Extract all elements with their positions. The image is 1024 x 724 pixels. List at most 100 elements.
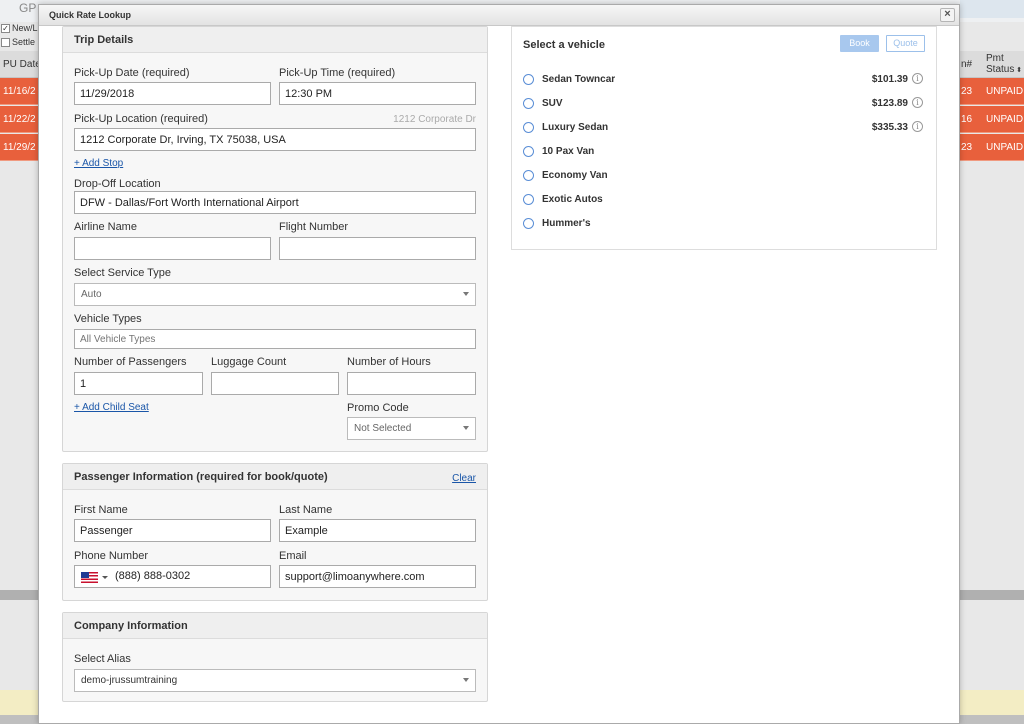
add-stop-link[interactable]: + Add Stop (74, 158, 123, 169)
chevron-down-icon (463, 678, 469, 682)
vehicle-name: Sedan Towncar (542, 74, 616, 85)
row-number: 16 (961, 114, 973, 125)
airline-name-input[interactable] (74, 237, 271, 260)
radio-button[interactable] (523, 170, 534, 181)
info-icon[interactable]: i (912, 97, 923, 108)
pickup-date-label: Pick-Up Date (required) (74, 67, 190, 79)
select-alias-dropdown[interactable]: demo-jrussumtraining (74, 669, 476, 692)
number-of-hours-input[interactable] (347, 372, 476, 395)
vehicle-option-10-pax-van[interactable]: 10 Pax Van (512, 142, 938, 164)
vehicle-option-economy-van[interactable]: Economy Van (512, 166, 938, 188)
phone-number-field: (888) 888-0302 (74, 565, 271, 588)
dropoff-location-label: Drop-Off Location (74, 178, 161, 190)
dialog-titlebar[interactable]: Quick Rate Lookup × (39, 5, 959, 26)
passengers-label: Number of Passengers (74, 356, 187, 368)
select-alias-value: demo-jrussumtraining (81, 675, 178, 686)
flight-number-label: Flight Number (279, 221, 349, 233)
luggage-count-label: Luggage Count (211, 356, 287, 368)
trip-details-header: Trip Details (63, 27, 487, 53)
quote-button[interactable]: Quote (886, 35, 925, 52)
promo-code-select[interactable]: Not Selected (347, 417, 476, 440)
row-status: UNPAID (986, 114, 1024, 125)
chevron-down-icon[interactable] (102, 576, 108, 579)
passengers-input[interactable] (74, 372, 203, 395)
luggage-count-input[interactable] (211, 372, 339, 395)
background-app-label: GP (19, 1, 37, 15)
flight-number-input[interactable] (279, 237, 476, 260)
close-button[interactable]: × (940, 8, 955, 22)
dialog-title: Quick Rate Lookup (49, 10, 132, 20)
email-label: Email (279, 550, 307, 562)
row-status: UNPAID (986, 86, 1024, 97)
passenger-info-header: Passenger Information (required for book… (63, 464, 487, 490)
radio-button[interactable] (523, 74, 534, 85)
checkbox-checked-icon: ✓ (1, 23, 10, 33)
email-input[interactable] (279, 565, 476, 588)
row-number: 23 (961, 86, 973, 97)
background-checkbox-new[interactable]: ✓ New/L (1, 23, 38, 33)
vehicle-option-luxury-sedan[interactable]: Luxury Sedan $335.33 i (512, 118, 938, 140)
row-number: 23 (961, 142, 973, 153)
radio-button[interactable] (523, 146, 534, 157)
pickup-time-input[interactable] (279, 82, 476, 105)
first-name-label: First Name (74, 504, 128, 516)
quick-rate-lookup-dialog: Quick Rate Lookup × Trip Details Pick-Up… (38, 4, 960, 724)
radio-button[interactable] (523, 98, 534, 109)
airline-name-label: Airline Name (74, 221, 137, 233)
last-name-label: Last Name (279, 504, 333, 516)
pickup-location-hint: 1212 Corporate Dr (393, 114, 476, 125)
first-name-input[interactable] (74, 519, 271, 542)
pickup-location-input[interactable] (74, 128, 476, 151)
vehicle-option-hummers[interactable]: Hummer's (512, 214, 938, 236)
radio-button[interactable] (523, 122, 534, 133)
service-type-value: Auto (81, 289, 102, 300)
book-button[interactable]: Book (840, 35, 879, 52)
column-header-pu-date[interactable]: PU Date (3, 59, 41, 70)
row-date: 11/22/2 (3, 114, 36, 125)
last-name-input[interactable] (279, 519, 476, 542)
vehicle-option-exotic-autos[interactable]: Exotic Autos (512, 190, 938, 212)
close-icon: × (944, 8, 951, 20)
add-child-seat-link[interactable]: + Add Child Seat (74, 402, 149, 413)
service-type-select[interactable]: Auto (74, 283, 476, 306)
background-header-right (960, 0, 1024, 18)
background-checkbox-settled[interactable]: Settle (1, 37, 35, 47)
row-date: 11/29/2 (3, 142, 36, 153)
service-type-label: Select Service Type (74, 267, 172, 279)
vehicle-name: Exotic Autos (542, 194, 603, 205)
us-flag-icon[interactable] (81, 572, 98, 583)
number-of-hours-label: Number of Hours (347, 356, 431, 368)
info-icon[interactable]: i (912, 73, 923, 84)
passenger-info-panel: Passenger Information (required for book… (62, 463, 488, 601)
background-checkbox-label: New/L (12, 23, 38, 33)
vehicle-option-sedan-towncar[interactable]: Sedan Towncar $101.39 i (512, 70, 938, 92)
sort-icon: ⬍ (1014, 67, 1023, 74)
checkbox-unchecked-icon (1, 37, 10, 47)
radio-button[interactable] (523, 218, 534, 229)
row-status: UNPAID (986, 142, 1024, 153)
vehicle-types-label: Vehicle Types (74, 313, 142, 325)
info-icon[interactable]: i (912, 121, 923, 132)
row-date: 11/16/2 (3, 86, 36, 97)
column-header-res-number[interactable]: n# (961, 59, 972, 70)
company-info-panel: Company Information Select Alias demo-jr… (62, 612, 488, 702)
vehicle-select-title: Select a vehicle (523, 39, 605, 51)
radio-button[interactable] (523, 194, 534, 205)
phone-number-label: Phone Number (74, 550, 148, 562)
vehicle-price: $335.33 (871, 122, 908, 133)
vehicle-name: Hummer's (542, 218, 591, 229)
background-checkbox-label: Settle (12, 37, 36, 47)
phone-number-value[interactable]: (888) 888-0302 (115, 566, 190, 587)
column-header-pmt-status[interactable]: Pmt Status ⬍ (986, 53, 1022, 76)
vehicle-types-input[interactable] (74, 329, 476, 349)
pickup-date-input[interactable] (74, 82, 271, 105)
vehicle-select-panel: Select a vehicle Book Quote Sedan Townca… (511, 26, 937, 250)
vehicle-price: $123.89 (871, 98, 908, 109)
vehicle-price: $101.39 (871, 74, 908, 85)
vehicle-option-suv[interactable]: SUV $123.89 i (512, 94, 938, 116)
dropoff-location-input[interactable] (74, 191, 476, 214)
select-alias-label: Select Alias (74, 653, 131, 665)
clear-link[interactable]: Clear (452, 473, 476, 484)
promo-code-value: Not Selected (354, 423, 412, 434)
chevron-down-icon (463, 426, 469, 430)
